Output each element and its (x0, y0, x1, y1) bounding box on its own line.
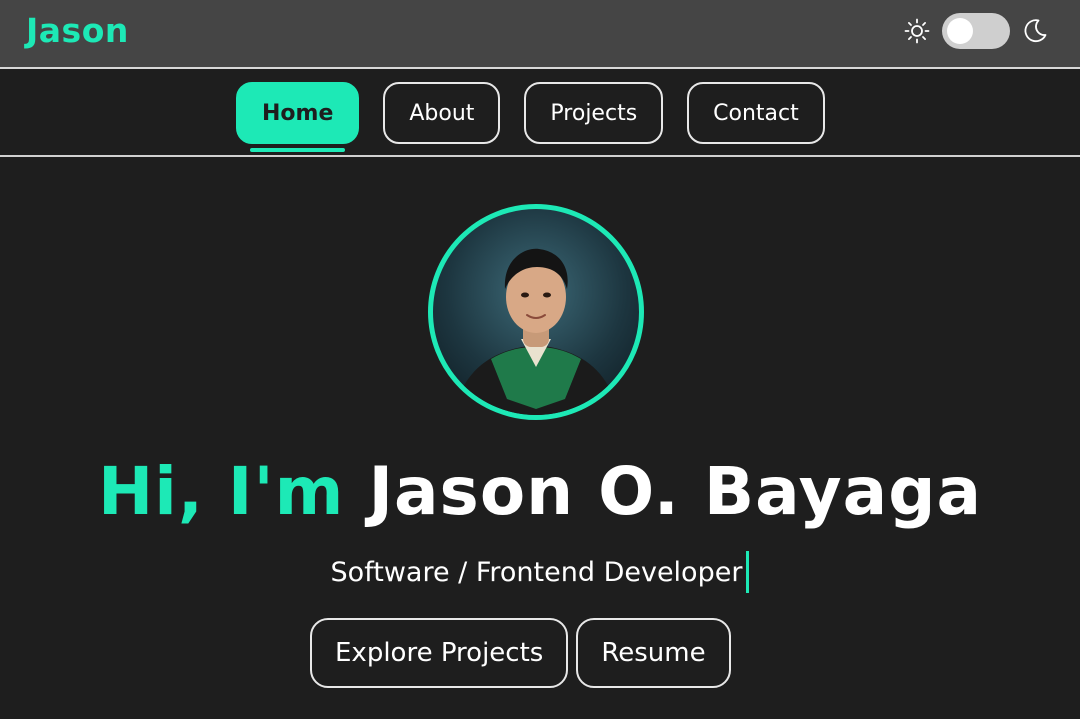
nav-home-button[interactable]: Home (236, 82, 360, 152)
nav-projects-label: Projects (550, 100, 638, 126)
resume-button[interactable]: Resume (576, 618, 731, 688)
theme-switcher (904, 12, 1048, 50)
toggle-knob (947, 18, 973, 44)
active-indicator (250, 148, 346, 152)
main-navigation: Home About Projects Contact (0, 69, 1080, 157)
theme-toggle-switch[interactable] (942, 13, 1010, 49)
nav-projects-button[interactable]: Projects (524, 82, 664, 144)
moon-icon (1022, 18, 1048, 44)
nav-contact-button[interactable]: Contact (687, 82, 825, 144)
hero-headline: Hi, I'm Jason O. Bayaga (0, 453, 1080, 530)
nav-about-button[interactable]: About (383, 82, 501, 144)
profile-photo (428, 204, 644, 420)
brand-logo[interactable]: Jason (26, 11, 129, 50)
typing-cursor (746, 551, 750, 593)
nav-about-label: About (409, 100, 475, 126)
explore-projects-button[interactable]: Explore Projects (310, 618, 569, 688)
hero-actions: Explore Projects Resume (310, 618, 731, 688)
nav-contact-label: Contact (713, 100, 799, 126)
hero-role: Software / Frontend Developer (0, 551, 1080, 593)
sun-icon (904, 18, 930, 44)
nav-home-label: Home (262, 100, 334, 126)
role-text: Software / Frontend Developer (330, 557, 743, 588)
nav-tabs: Home About Projects Contact (236, 82, 825, 152)
top-bar: Jason (0, 0, 1080, 69)
hero-section: Hi, I'm Jason O. Bayaga Software / Front… (0, 157, 1080, 719)
hero-greeting: Hi, I'm (98, 453, 345, 530)
profile-portrait-graphic (453, 248, 619, 415)
hero-name: Jason O. Bayaga (368, 453, 982, 530)
